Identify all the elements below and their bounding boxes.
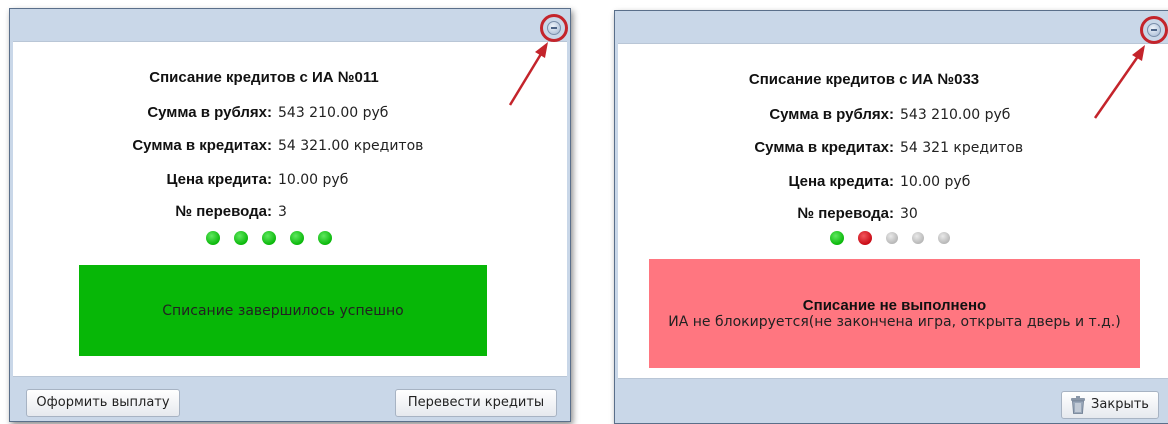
progress-dots	[830, 231, 950, 245]
progress-dot-red	[858, 231, 872, 245]
progress-dot-gray	[912, 232, 924, 244]
row-value: 30	[900, 206, 918, 222]
row-label: Сумма в рублях:	[769, 106, 894, 123]
status-box-error: Списание не выполнено ИА не блокируется(…	[649, 259, 1140, 368]
trash-icon	[1071, 396, 1085, 414]
annotation-circle	[1140, 16, 1168, 44]
transfer-credits-button[interactable]: Перевести кредиты	[395, 389, 557, 417]
row-value: 543 210.00 руб	[900, 107, 1011, 123]
row-label: Сумма в рублях:	[147, 104, 272, 121]
row-label: Цена кредита:	[166, 171, 273, 188]
status-message: ИА не блокируется(не закончена игра, отк…	[668, 314, 1121, 330]
row-label: № перевода:	[175, 203, 272, 220]
annotation-circle	[540, 14, 568, 42]
row-label: № перевода:	[797, 205, 894, 222]
progress-dot-green	[830, 231, 844, 245]
progress-dot-gray	[886, 232, 898, 244]
row-value: 10.00 руб	[900, 174, 971, 190]
transfer-panel-failed: Списание кредитов с ИА №033 Сумма в рубл…	[614, 10, 1168, 424]
credit-price-row: Цена кредита: 10.00 руб	[721, 173, 971, 190]
progress-dots	[206, 231, 332, 245]
progress-dot-gray	[938, 232, 950, 244]
status-message: Списание завершилось успешно	[162, 302, 404, 319]
credit-amount-row: Сумма в кредитах: 54 321.00 кредитов	[105, 137, 423, 154]
progress-dot-green	[318, 231, 332, 245]
rub-amount-row: Сумма в рублях: 543 210.00 руб	[105, 104, 388, 121]
progress-dot-green	[290, 231, 304, 245]
row-value: 543 210.00 руб	[278, 105, 389, 121]
row-label: Сумма в кредитах:	[754, 139, 894, 156]
status-heading: Списание не выполнено	[802, 297, 987, 314]
row-value: 3	[278, 204, 287, 220]
close-button[interactable]: Закрыть	[1061, 391, 1159, 419]
close-button-label: Закрыть	[1091, 397, 1149, 412]
row-label: Сумма в кредитах:	[132, 137, 272, 154]
row-value: 54 321 кредитов	[900, 140, 1024, 156]
transfer-panel-success: Списание кредитов с ИА №011 Сумма в рубл…	[9, 8, 571, 422]
progress-dot-green	[206, 231, 220, 245]
progress-dot-green	[234, 231, 248, 245]
issue-payout-button[interactable]: Оформить выплату	[26, 389, 180, 417]
row-label: Цена кредита:	[788, 173, 895, 190]
credit-price-row: Цена кредита: 10.00 руб	[105, 171, 349, 188]
credit-amount-row: Сумма в кредитах: 54 321 кредитов	[721, 139, 1023, 156]
row-value: 10.00 руб	[278, 172, 349, 188]
row-value: 54 321.00 кредитов	[278, 138, 424, 154]
status-box-success: Списание завершилось успешно	[79, 265, 487, 356]
transfer-number-row: № перевода: 30	[721, 205, 918, 222]
rub-amount-row: Сумма в рублях: 543 210.00 руб	[721, 106, 1010, 123]
panel-title: Списание кредитов с ИА №011	[149, 69, 379, 86]
panel-title: Списание кредитов с ИА №033	[748, 71, 980, 88]
transfer-number-row: № перевода: 3	[105, 203, 287, 220]
progress-dot-green	[262, 231, 276, 245]
